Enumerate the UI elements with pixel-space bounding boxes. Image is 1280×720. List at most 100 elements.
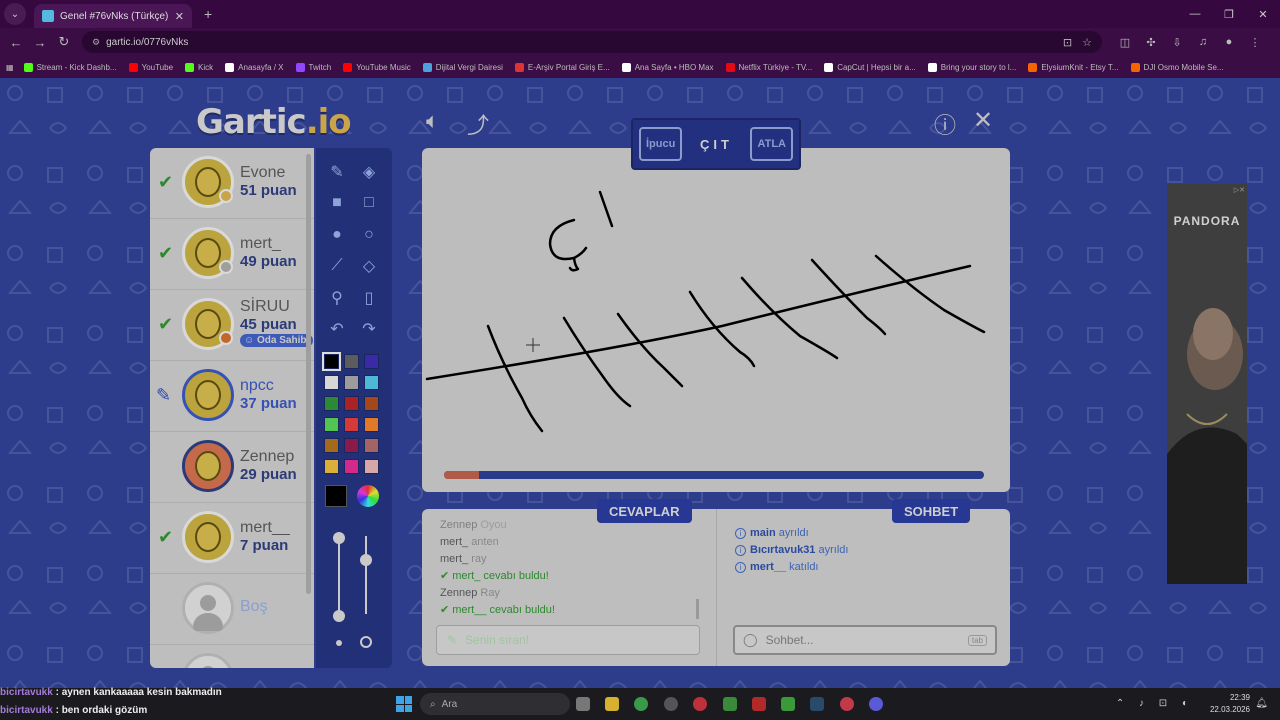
- answers-scrollbar[interactable]: [696, 599, 699, 619]
- eraser-icon[interactable]: ◇: [357, 254, 381, 278]
- browser-tab[interactable]: Genel #76vNks (Türkçe) - Gartic ✕: [34, 4, 192, 28]
- bookmark-item[interactable]: Anasayfa / X: [225, 62, 284, 72]
- media-icon[interactable]: ♫: [1190, 36, 1216, 49]
- color-swatch[interactable]: [344, 438, 359, 453]
- redo-icon[interactable]: ↷: [357, 317, 381, 341]
- pencil-tool-icon[interactable]: ✎: [325, 160, 349, 184]
- color-swatch[interactable]: [324, 375, 339, 390]
- color-swatch[interactable]: [324, 459, 339, 474]
- line-tool-icon[interactable]: ⟋: [325, 254, 349, 278]
- color-swatch[interactable]: [344, 417, 359, 432]
- player-row[interactable]: Zennep 29 puan: [150, 432, 314, 503]
- file-explorer-icon[interactable]: [605, 697, 619, 711]
- tab-close-icon[interactable]: ✕: [175, 10, 184, 23]
- opacity-handle[interactable]: [333, 610, 345, 622]
- filled-rectangle-icon[interactable]: ■: [325, 191, 349, 215]
- player-row[interactable]: ✔ mert__ 7 puan: [150, 503, 314, 574]
- circle-icon[interactable]: ○: [357, 223, 381, 247]
- close-icon[interactable]: ✕: [973, 106, 993, 135]
- app-icon-3[interactable]: [840, 697, 854, 711]
- bookmark-item[interactable]: Stream - Kick Dashb...: [23, 62, 117, 72]
- bookmark-star-icon[interactable]: ☆: [1082, 36, 1092, 49]
- bookmark-item[interactable]: CapCut | Hepsi bir a...: [824, 62, 916, 72]
- bookmark-item[interactable]: Kick: [185, 62, 213, 72]
- new-page-icon[interactable]: ▯: [357, 286, 381, 310]
- fill-bucket-icon[interactable]: ◈: [357, 160, 381, 184]
- color-swatch[interactable]: [324, 417, 339, 432]
- color-swatch[interactable]: [344, 375, 359, 390]
- extension-icon[interactable]: ◫: [1112, 36, 1138, 49]
- menu-icon[interactable]: ⋮: [1242, 36, 1268, 49]
- minimize-button[interactable]: —: [1178, 0, 1212, 28]
- color-swatch[interactable]: [364, 417, 379, 432]
- color-swatch[interactable]: [344, 396, 359, 411]
- apps-grid-icon[interactable]: ▦: [6, 63, 14, 72]
- bookmark-item[interactable]: DJI Osmo Mobile Se...: [1130, 62, 1224, 72]
- opera-icon[interactable]: [693, 697, 707, 711]
- player-row[interactable]: ✔ SİRUU 45 puan ☺ Oda Sahibi: [150, 290, 314, 361]
- system-tray-icons[interactable]: ⌃ ♪ ⊡ ◐: [1116, 698, 1194, 709]
- color-swatch[interactable]: [364, 375, 379, 390]
- bookmark-item[interactable]: Netflix Türkiye - TV...: [725, 62, 812, 72]
- info-icon[interactable]: ⓘ: [934, 108, 956, 140]
- reload-button[interactable]: ↻: [52, 34, 76, 50]
- share-icon[interactable]: ⤴: [467, 108, 489, 140]
- xbox-icon[interactable]: [781, 697, 795, 711]
- close-window-button[interactable]: ✕: [1246, 0, 1280, 28]
- eyedropper-icon[interactable]: ⚲: [325, 286, 349, 310]
- tab-search-button[interactable]: ⌄: [4, 3, 26, 25]
- site-info-icon[interactable]: ⚙: [92, 37, 100, 48]
- answer-input[interactable]: ✎ Senin sıran!: [436, 625, 700, 655]
- brush-size-handle[interactable]: [333, 532, 345, 544]
- color-swatch[interactable]: [364, 396, 379, 411]
- profile-avatar[interactable]: ●: [1216, 36, 1242, 49]
- bookmark-item[interactable]: Dijital Vergi Dairesi: [422, 62, 503, 72]
- bookmark-item[interactable]: YouTube: [128, 62, 173, 72]
- sound-icon[interactable]: 🔈︎: [426, 108, 439, 134]
- install-app-icon[interactable]: ⊡: [1063, 36, 1072, 49]
- color-swatch[interactable]: [322, 352, 341, 371]
- discord-icon[interactable]: [869, 697, 883, 711]
- opacity-slider-handle[interactable]: [360, 554, 372, 566]
- taskbar-search[interactable]: ⌕ Ara: [420, 693, 570, 715]
- player-list-scrollbar[interactable]: [306, 154, 311, 594]
- bookmark-item[interactable]: Twitch: [295, 62, 331, 72]
- downloads-icon[interactable]: ⇩: [1164, 36, 1190, 49]
- bookmark-item[interactable]: YouTube Music: [343, 62, 411, 72]
- notification-icon[interactable]: 🔔︎: [1255, 698, 1268, 709]
- player-row[interactable]: ✔ Evone 51 puan: [150, 148, 314, 219]
- obs-icon[interactable]: [664, 697, 678, 711]
- url-field[interactable]: ⚙ gartic.io/0776vNks ⊡ ☆: [82, 31, 1102, 53]
- advertisement[interactable]: ▷✕ PANDORA: [1167, 184, 1247, 584]
- player-row[interactable]: ✎ npcc 37 puan: [150, 361, 314, 432]
- player-row[interactable]: ✔ mert_ 49 puan: [150, 219, 314, 290]
- filled-circle-icon[interactable]: ●: [325, 223, 349, 247]
- color-swatch[interactable]: [324, 438, 339, 453]
- extensions-icon[interactable]: ✣: [1138, 36, 1164, 49]
- color-swatch[interactable]: [364, 459, 379, 474]
- color-swatch[interactable]: [364, 354, 379, 369]
- chat-input[interactable]: ◯ Sohbet... tab: [733, 625, 997, 655]
- color-swatch[interactable]: [344, 354, 359, 369]
- bookmark-item[interactable]: Ana Sayfa • HBO Max: [621, 62, 714, 72]
- rectangle-icon[interactable]: □: [357, 191, 381, 215]
- color-swatch[interactable]: [324, 396, 339, 411]
- hint-button[interactable]: İpucu: [639, 127, 683, 161]
- chat-title[interactable]: SOHBET: [892, 499, 971, 523]
- maximize-button[interactable]: ❐: [1212, 0, 1246, 28]
- new-tab-button[interactable]: +: [204, 6, 212, 22]
- color-swatch[interactable]: [344, 459, 359, 474]
- app-icon-2[interactable]: [752, 697, 766, 711]
- app-icon[interactable]: [723, 697, 737, 711]
- ad-choices-icon[interactable]: ▷✕: [1234, 186, 1245, 194]
- settings-icon[interactable]: [576, 697, 590, 711]
- bookmark-item[interactable]: ElysiumKnit - Etsy T...: [1028, 62, 1119, 72]
- clock[interactable]: 22:39 22.03.2026: [1210, 692, 1250, 716]
- steam-icon[interactable]: [810, 697, 824, 711]
- color-swatch[interactable]: [364, 438, 379, 453]
- bookmark-item[interactable]: E-Arşiv Portal Giriş E...: [514, 62, 610, 72]
- skip-button[interactable]: ATLA: [750, 127, 793, 161]
- back-button[interactable]: ←: [4, 35, 28, 50]
- color-picker-icon[interactable]: [357, 485, 379, 507]
- chrome-icon[interactable]: [634, 697, 648, 711]
